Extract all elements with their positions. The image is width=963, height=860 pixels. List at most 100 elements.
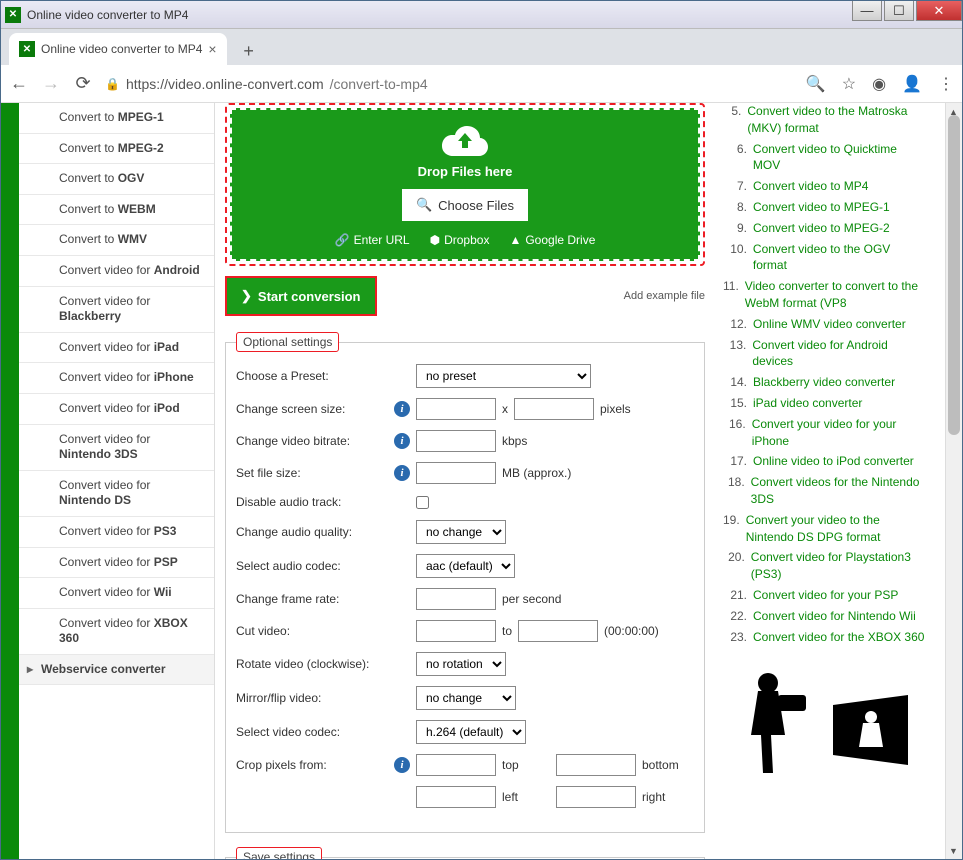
tab-close-icon[interactable]: × bbox=[208, 41, 216, 57]
sidebar-item[interactable]: Convert to WMV bbox=[19, 225, 214, 256]
related-link-item: 20.Convert video for Playstation3 (PS3) bbox=[723, 549, 927, 583]
menu-icon[interactable]: ⋮ bbox=[938, 74, 954, 94]
related-link-item: 15.iPad video converter bbox=[723, 395, 927, 412]
related-link[interactable]: Convert video for your PSP bbox=[753, 587, 898, 604]
rotate-select[interactable]: no rotation bbox=[416, 652, 506, 676]
related-link[interactable]: Convert your video to the Nintendo DS DP… bbox=[746, 512, 927, 546]
related-link[interactable]: Convert video to the Matroska (MKV) form… bbox=[747, 103, 927, 137]
close-button[interactable]: ✕ bbox=[916, 1, 962, 21]
filesize-input[interactable] bbox=[416, 462, 496, 484]
address-bar: ← → ⟳ 🔒 https://video.online-convert.com… bbox=[1, 65, 962, 103]
related-link[interactable]: iPad video converter bbox=[753, 395, 862, 412]
related-link[interactable]: Convert video to Quicktime MOV bbox=[753, 141, 927, 175]
height-input[interactable] bbox=[514, 398, 594, 420]
crop-top-input[interactable] bbox=[416, 754, 496, 776]
cut-to-input[interactable] bbox=[518, 620, 598, 642]
sidebar-item[interactable]: Convert to MPEG-2 bbox=[19, 134, 214, 165]
audio-codec-select[interactable]: aac (default) bbox=[416, 554, 515, 578]
sidebar-item[interactable]: Convert video for iPad bbox=[19, 333, 214, 364]
related-link[interactable]: Convert video to MP4 bbox=[753, 178, 868, 195]
sidebar-item[interactable]: Convert video for Wii bbox=[19, 578, 214, 609]
sidebar: Convert to MPEG-1Convert to MPEG-2Conver… bbox=[19, 103, 215, 859]
crop-bottom-input[interactable] bbox=[556, 754, 636, 776]
browser-tab[interactable]: ✕ Online video converter to MP4 × bbox=[9, 33, 227, 65]
bitrate-input[interactable] bbox=[416, 430, 496, 452]
scroll-down-icon[interactable]: ▼ bbox=[945, 842, 962, 859]
video-codec-select[interactable]: h.264 (default) bbox=[416, 720, 526, 744]
related-link[interactable]: Convert video to MPEG-1 bbox=[753, 199, 890, 216]
sidebar-item[interactable]: Convert to OGV bbox=[19, 164, 214, 195]
window-title: Online video converter to MP4 bbox=[27, 8, 958, 22]
info-icon[interactable]: i bbox=[394, 433, 410, 449]
sidebar-header[interactable]: Webservice converter bbox=[19, 655, 214, 686]
profile-icon[interactable]: 👤 bbox=[902, 74, 922, 94]
crop-left-input[interactable] bbox=[416, 786, 496, 808]
sidebar-item[interactable]: Convert video for Nintendo DS bbox=[19, 471, 214, 517]
related-link-item: 14.Blackberry video converter bbox=[723, 374, 927, 391]
related-link[interactable]: Blackberry video converter bbox=[753, 374, 895, 391]
minimize-button[interactable]: — bbox=[852, 1, 882, 21]
info-icon[interactable]: i bbox=[394, 465, 410, 481]
related-link-item: 16.Convert your video for your iPhone bbox=[723, 416, 927, 450]
related-link[interactable]: Convert your video for your iPhone bbox=[752, 416, 927, 450]
related-link[interactable]: Online WMV video converter bbox=[753, 316, 906, 333]
add-example-link[interactable]: Add example file bbox=[624, 290, 705, 302]
framerate-input[interactable] bbox=[416, 588, 496, 610]
url-field[interactable]: 🔒 https://video.online-convert.com/conve… bbox=[105, 76, 794, 92]
info-icon[interactable]: i bbox=[394, 401, 410, 417]
sidebar-item[interactable]: Convert video for Android bbox=[19, 256, 214, 287]
related-link[interactable]: Convert video to MPEG-2 bbox=[753, 220, 890, 237]
related-link[interactable]: Video converter to convert to the WebM f… bbox=[745, 278, 927, 312]
scroll-thumb[interactable] bbox=[948, 115, 960, 435]
width-input[interactable] bbox=[416, 398, 496, 420]
related-link[interactable]: Convert video for Android devices bbox=[752, 337, 927, 371]
related-link[interactable]: Convert video for the XBOX 360 bbox=[753, 629, 924, 646]
sidebar-item[interactable]: Convert video for PS3 bbox=[19, 517, 214, 548]
dropzone[interactable]: Drop Files here 🔍Choose Files 🔗 Enter UR… bbox=[225, 103, 705, 266]
sidebar-item[interactable]: Convert video for Blackberry bbox=[19, 287, 214, 333]
enter-url-link[interactable]: 🔗 Enter URL bbox=[335, 233, 410, 247]
start-conversion-button[interactable]: ❯ Start conversion bbox=[225, 276, 377, 316]
framerate-label: Change frame rate: bbox=[236, 592, 394, 606]
back-button[interactable]: ← bbox=[9, 73, 29, 94]
audio-quality-select[interactable]: no change bbox=[416, 520, 506, 544]
scrollbar[interactable]: ▲ ▼ bbox=[945, 103, 962, 859]
sidebar-item[interactable]: Convert video for PSP bbox=[19, 548, 214, 579]
sidebar-item[interactable]: Convert video for iPod bbox=[19, 394, 214, 425]
browser-window: ✕ Online video converter to MP4 — ☐ ✕ ✕ … bbox=[0, 0, 963, 860]
maximize-button[interactable]: ☐ bbox=[884, 1, 914, 21]
url-path: /convert-to-mp4 bbox=[330, 76, 428, 92]
google-drive-link[interactable]: ▲ Google Drive bbox=[509, 233, 595, 247]
sidebar-item[interactable]: Convert to MPEG-1 bbox=[19, 103, 214, 134]
related-link[interactable]: Convert video for Nintendo Wii bbox=[753, 608, 916, 625]
cut-from-input[interactable] bbox=[416, 620, 496, 642]
disable-audio-checkbox[interactable] bbox=[416, 496, 429, 509]
filesize-label: Set file size: bbox=[236, 466, 394, 480]
sidebar-item[interactable]: Convert video for iPhone bbox=[19, 363, 214, 394]
audio-quality-label: Change audio quality: bbox=[236, 525, 394, 539]
bookmark-icon[interactable]: ☆ bbox=[842, 74, 856, 94]
crop-right-input[interactable] bbox=[556, 786, 636, 808]
new-tab-button[interactable]: + bbox=[235, 37, 263, 65]
sidebar-item[interactable]: Convert to WEBM bbox=[19, 195, 214, 226]
related-link[interactable]: Online video to iPod converter bbox=[753, 453, 914, 470]
related-link-item: 23.Convert video for the XBOX 360 bbox=[723, 629, 927, 646]
related-link[interactable]: Convert video to the OGV format bbox=[753, 241, 927, 275]
choose-files-button[interactable]: 🔍Choose Files bbox=[402, 189, 528, 221]
sidebar-item[interactable]: Convert video for Nintendo 3DS bbox=[19, 425, 214, 471]
rotate-label: Rotate video (clockwise): bbox=[236, 657, 394, 671]
info-icon[interactable]: i bbox=[394, 757, 410, 773]
mirror-select[interactable]: no change bbox=[416, 686, 516, 710]
preset-select[interactable]: no preset bbox=[416, 364, 591, 388]
dropbox-link[interactable]: ⬢ Dropbox bbox=[430, 233, 490, 247]
optional-settings-fieldset: Optional settings Choose a Preset:ino pr… bbox=[225, 332, 705, 833]
related-link[interactable]: Convert video for Playstation3 (PS3) bbox=[751, 549, 927, 583]
sidebar-item[interactable]: Convert video for XBOX 360 bbox=[19, 609, 214, 655]
related-link[interactable]: Convert videos for the Nintendo 3DS bbox=[751, 474, 927, 508]
mirror-label: Mirror/flip video: bbox=[236, 691, 394, 705]
reload-button[interactable]: ⟳ bbox=[73, 73, 93, 94]
zoom-icon[interactable]: 🔍 bbox=[806, 74, 826, 94]
forward-button[interactable]: → bbox=[41, 73, 61, 94]
related-link-item: 19.Convert your video to the Nintendo DS… bbox=[723, 512, 927, 546]
extension-icon[interactable]: ◉ bbox=[872, 74, 886, 94]
